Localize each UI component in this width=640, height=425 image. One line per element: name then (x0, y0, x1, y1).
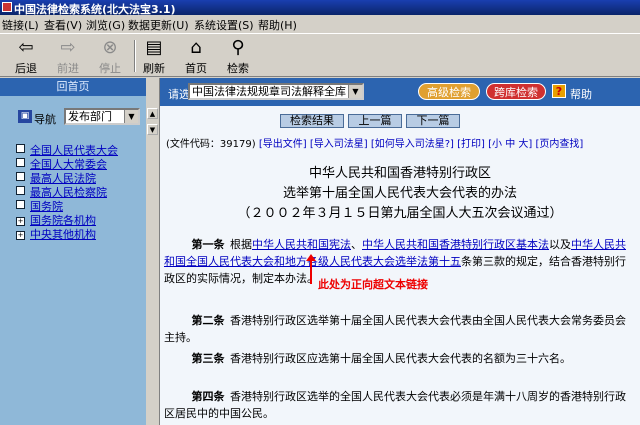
search-icon: ⚲ (231, 37, 245, 58)
help-icon[interactable]: ? (552, 84, 566, 98)
doc-title-3: （２００２年３月１５日第九届全国人大五次会议通过） (237, 206, 563, 221)
arrow-line (310, 258, 312, 284)
doc-title-1: 中华人民共和国香港特别行政区 (308, 166, 491, 181)
tree-item[interactable]: 全国人民代表大会 (16, 142, 118, 157)
menu-links[interactable]: 链接(L) (2, 17, 39, 33)
article-3: 第三条 香港特别行政区应选第十届全国人民代表大会代表的名额为三十六名。 (191, 352, 572, 365)
nav-select[interactable]: 发布部门 ▼ (64, 108, 140, 125)
nav-label: 导航 (34, 113, 56, 126)
how-import-link[interactable]: [如何导入司法星?] (371, 139, 454, 150)
tree-item[interactable]: 最高人民检察院 (16, 184, 118, 199)
splitter[interactable]: ▲ ▼ (146, 78, 160, 425)
expand-icon[interactable]: + (16, 217, 25, 226)
find-link[interactable]: [页内查找] (535, 139, 583, 150)
refresh-button[interactable]: ▤ 刷新 (134, 36, 174, 76)
arrow-left-icon: ⇦ (18, 37, 34, 58)
stop-button[interactable]: ⊗ 停止 (90, 36, 130, 76)
home-button[interactable]: ⌂ 首页 (176, 36, 216, 76)
article-4: 第四条 香港特别行政区选举的全国人民代表大会代表必须是年满十八周岁的香港特别行政… (164, 390, 626, 420)
tree-item[interactable]: 国务院 (16, 198, 118, 213)
home-icon: ⌂ (190, 37, 202, 58)
menu-bar: 链接(L) 查看(V) 浏览(G) 数据更新(U) 系统设置(S) 帮助(H) (0, 15, 640, 33)
menu-update[interactable]: 数据更新(U) (128, 17, 189, 33)
tree-item[interactable]: + 国务院各机构 (16, 212, 118, 227)
bullet-icon (16, 172, 25, 181)
title-bar: 中国法律检索系统(北大法宝3.1) (0, 0, 640, 16)
back-button[interactable]: ⇦ 后退 (6, 36, 46, 76)
file-code: (文件代码：39179) (166, 139, 256, 150)
left-panel: 回首页 ▣ 导航 发布部门 ▼ 全国人民代表大会 全国人大常委会 最高人民法院 … (0, 78, 146, 425)
bullet-icon (16, 186, 25, 195)
article-2: 第二条 香港特别行政区选举第十届全国人民代表大会代表由全国人民代表大会常务委员会… (164, 314, 626, 344)
toolbar: ⇦ 后退 ⇨ 前进 ⊗ 停止 ▤ 刷新 ⌂ 首页 ⚲ 检索 (0, 33, 640, 77)
tree-item[interactable]: + 中央其他机构 (16, 226, 118, 241)
nav-icon: ▣ (18, 110, 32, 123)
annotation-text: 此处为正向超文本链接 (318, 278, 428, 291)
bullet-icon (16, 200, 25, 209)
cross-search-button[interactable]: 跨库检索 (486, 83, 546, 100)
database-select[interactable]: 中国法律法规规章司法解释全库 ▼ (188, 83, 364, 100)
expand-icon[interactable]: + (16, 231, 25, 240)
search-button[interactable]: ⚲ 检索 (218, 36, 258, 76)
advanced-search-button[interactable]: 高级检索 (418, 83, 480, 100)
tree-item[interactable]: 最高人民法院 (16, 170, 118, 185)
font-size-link[interactable]: [小 中 大] (488, 139, 532, 150)
document-view: 检索结果 上一篇 下一篇 (文件代码：39179) [导出文件] [导入司法星]… (160, 106, 640, 425)
refresh-icon: ▤ (145, 37, 163, 58)
stop-icon: ⊗ (102, 37, 118, 58)
doc-title-2: 选举第十届全国人民代表大会代表的办法 (282, 186, 517, 201)
forward-button[interactable]: ⇨ 前进 (48, 36, 88, 76)
bullet-icon (16, 144, 25, 153)
print-link[interactable]: [打印] (457, 139, 485, 150)
org-tree: 全国人民代表大会 全国人大常委会 最高人民法院 最高人民检察院 国务院 + 国务院… (16, 142, 118, 241)
app-icon (2, 2, 12, 12)
law-link-basic-law[interactable]: 中华人民共和国香港特别行政区基本法 (362, 238, 549, 251)
chevron-down-icon: ▼ (124, 110, 138, 123)
scroll-down-icon[interactable]: ▼ (147, 124, 158, 135)
prev-button[interactable]: 上一篇 (348, 114, 402, 128)
doc-actions: (文件代码：39179) [导出文件] [导入司法星] [如何导入司法星?] [… (166, 135, 583, 150)
home-link[interactable]: 回首页 (0, 78, 146, 96)
menu-settings[interactable]: 系统设置(S) (194, 17, 254, 33)
menu-browse[interactable]: 浏览(G) (86, 17, 125, 33)
arrow-right-icon: ⇨ (60, 37, 76, 58)
query-bar: 请选择 中国法律法规规章司法解释全库 ▼ 高级检索 跨库检索 ? 帮助 (160, 78, 640, 106)
help-link[interactable]: 帮助 (570, 86, 592, 102)
result-button[interactable]: 检索结果 (280, 114, 344, 128)
export-link[interactable]: [导出文件] (259, 139, 307, 150)
chevron-down-icon: ▼ (348, 85, 362, 98)
tree-item[interactable]: 全国人大常委会 (16, 156, 118, 171)
menu-view[interactable]: 查看(V) (44, 17, 82, 33)
bullet-icon (16, 158, 25, 167)
scroll-up-icon[interactable]: ▲ (147, 108, 158, 119)
import-link[interactable]: [导入司法星] (310, 139, 368, 150)
menu-help[interactable]: 帮助(H) (258, 17, 297, 33)
law-link-constitution[interactable]: 中华人民共和国宪法 (252, 238, 351, 251)
arrow-up-icon (306, 254, 316, 261)
law-link-article-15[interactable]: 第十五 (428, 255, 461, 268)
next-button[interactable]: 下一篇 (406, 114, 460, 128)
